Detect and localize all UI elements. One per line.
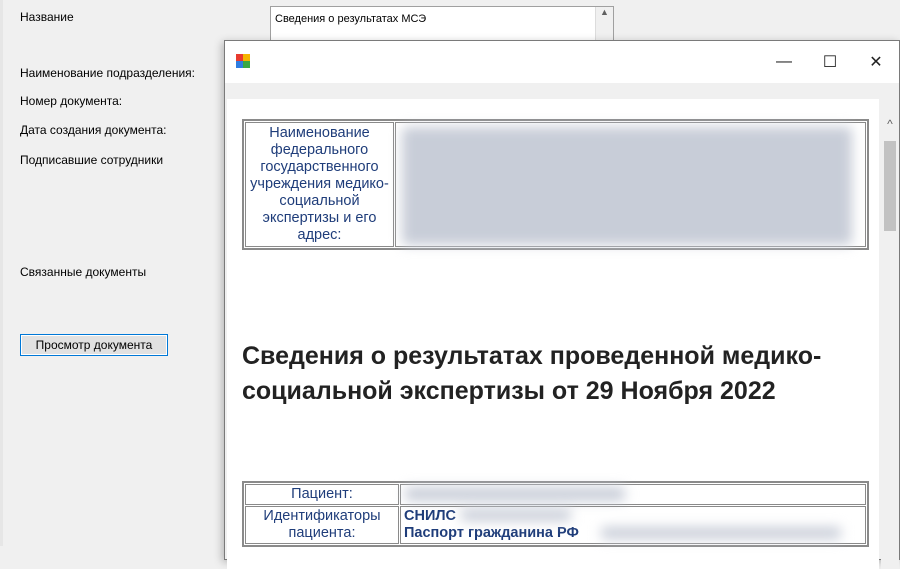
passport-label: Паспорт гражданина РФ: [404, 525, 579, 541]
signers-label: Подписавшие сотрудники: [20, 153, 164, 167]
redacted-block: [601, 527, 841, 539]
minimize-button[interactable]: —: [761, 41, 807, 83]
close-button[interactable]: ✕: [853, 41, 899, 83]
redacted-block: [402, 127, 852, 245]
patient-value: [400, 484, 866, 505]
doc-number-label: Номер документа:: [20, 94, 123, 108]
viewer-titlebar[interactable]: — ☐ ✕: [225, 41, 899, 83]
division-label: Наименование подразделения:: [20, 66, 195, 80]
scroll-thumb[interactable]: [884, 141, 896, 231]
redacted-block: [405, 487, 625, 501]
left-edge: [0, 0, 3, 546]
patient-table: Пациент: Идентификаторы пациента: СНИЛС …: [242, 481, 869, 547]
maximize-button[interactable]: ☐: [807, 41, 853, 83]
content-scrollbar[interactable]: ^: [881, 99, 899, 569]
redacted-block: [461, 509, 571, 521]
view-document-button[interactable]: Просмотр документа: [20, 334, 168, 356]
minimize-icon: —: [776, 53, 792, 70]
scroll-up-icon[interactable]: ^: [881, 117, 899, 131]
related-docs-label: Связанные документы: [20, 265, 147, 279]
scroll-up-icon[interactable]: ▲: [600, 7, 609, 17]
document-viewer-window: — ☐ ✕ Наименование федерального государс…: [224, 40, 900, 569]
document-content: Наименование федерального государственно…: [227, 99, 879, 569]
name-label: Название: [20, 10, 74, 24]
document-heading: Сведения о результатах проведенной медик…: [242, 342, 822, 405]
maximize-icon: ☐: [822, 54, 838, 71]
institution-value: [395, 122, 866, 247]
patient-ids-value: СНИЛС Паспорт гражданина РФ: [400, 506, 866, 544]
patient-label: Пациент:: [245, 484, 399, 505]
institution-table: Наименование федерального государственно…: [242, 119, 869, 250]
snils-label: СНИЛС: [404, 508, 457, 524]
patient-ids-label: Идентификаторы пациента:: [245, 506, 399, 544]
app-icon: [236, 54, 250, 68]
created-date-label: Дата создания документа:: [20, 123, 167, 137]
institution-label: Наименование федерального государственно…: [245, 122, 394, 247]
name-field-value: Сведения о результатах МСЭ: [275, 13, 427, 25]
close-icon: ✕: [869, 54, 883, 71]
